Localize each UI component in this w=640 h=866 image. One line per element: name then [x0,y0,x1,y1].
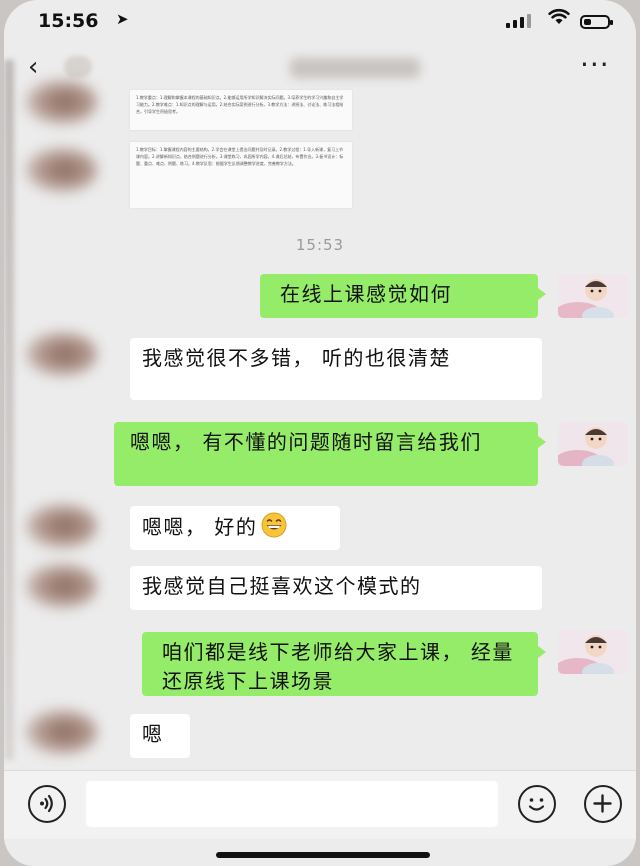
plus-icon[interactable] [584,785,622,823]
contact-avatar[interactable] [24,562,98,610]
contact-avatar[interactable] [24,502,98,550]
message-text: 在线上课感觉如何 [280,282,452,306]
message-bubble-received[interactable]: 我感觉自己挺喜欢这个模式的 [130,566,542,610]
message-bubble-sent[interactable]: 在线上课感觉如何 [260,274,546,318]
message-input[interactable] [86,781,498,827]
phone-screen: 15:56 ➤ ‹ ··· 1.教学重点：1.理解和掌握本课程的基础知识点。2.… [4,0,636,866]
voice-icon[interactable] [28,785,66,823]
chevron-left-icon[interactable]: ‹ [28,52,38,82]
message-bubble-sent[interactable]: 咱们都是线下老师给大家上课， 经量还原线下上课场景 [142,632,546,696]
document-image-text: 1.教学目标：1.掌握课程内容的主要结构。2.学会在课堂上提出问题并及时记录。2… [136,147,344,166]
contact-avatar[interactable] [24,146,98,194]
message-text: 我感觉自己挺喜欢这个模式的 [142,574,422,598]
document-image[interactable]: 1.教学目标：1.掌握课程内容的主要结构。2.学会在课堂上提出问题并及时记录。2… [130,142,352,208]
unread-badge-icon [64,56,92,78]
home-indicator[interactable] [216,852,430,858]
message-timestamp: 15:53 [295,236,345,254]
contact-avatar[interactable] [24,330,98,378]
status-bar: 15:56 ➤ [4,0,636,48]
smile-icon[interactable] [518,785,556,823]
chat-title-blurred [290,58,420,78]
my-avatar[interactable] [558,274,628,318]
wifi-icon [548,8,570,31]
message-text: 嗯嗯， 好的 [142,515,258,539]
my-avatar[interactable] [558,422,628,466]
message-bubble-sent[interactable]: 嗯嗯， 有不懂的问题随时留言给我们 [114,422,546,486]
message-bubble-received[interactable]: 我感觉很不多错， 听的也很清楚 [130,338,542,400]
message-bubble-received[interactable]: 嗯 [130,714,190,758]
message-text: 嗯嗯， 有不懂的问题随时留言给我们 [130,430,482,454]
contact-avatar[interactable] [24,708,98,756]
status-time: 15:56 [38,10,99,32]
location-arrow-icon: ➤ [116,10,129,28]
document-image[interactable]: 1.教学重点：1.理解和掌握本课程的基础知识点。2.能够运用所学知识解决实际问题… [130,90,352,130]
message-text: 咱们都是线下老师给大家上课， 经量还原线下上课场景 [162,640,514,693]
contact-avatar[interactable] [24,78,98,126]
left-edge-blur [4,60,14,760]
chat-input-bar [4,770,636,839]
more-dots-icon[interactable]: ··· [580,48,610,81]
message-text: 我感觉很不多错， 听的也很清楚 [142,346,451,370]
signal-bars-icon [506,14,531,28]
message-text: 嗯 [142,722,164,746]
chat-nav-bar: ‹ ··· [4,48,636,90]
battery-icon [580,15,613,29]
my-avatar[interactable] [558,630,628,674]
message-bubble-received[interactable]: 嗯嗯， 好的 [130,506,340,550]
grinning-emoji-icon [261,512,287,538]
document-image-text: 1.教学重点：1.理解和掌握本课程的基础知识点。2.能够运用所学知识解决实际问题… [136,95,344,114]
battery-level [584,19,591,25]
